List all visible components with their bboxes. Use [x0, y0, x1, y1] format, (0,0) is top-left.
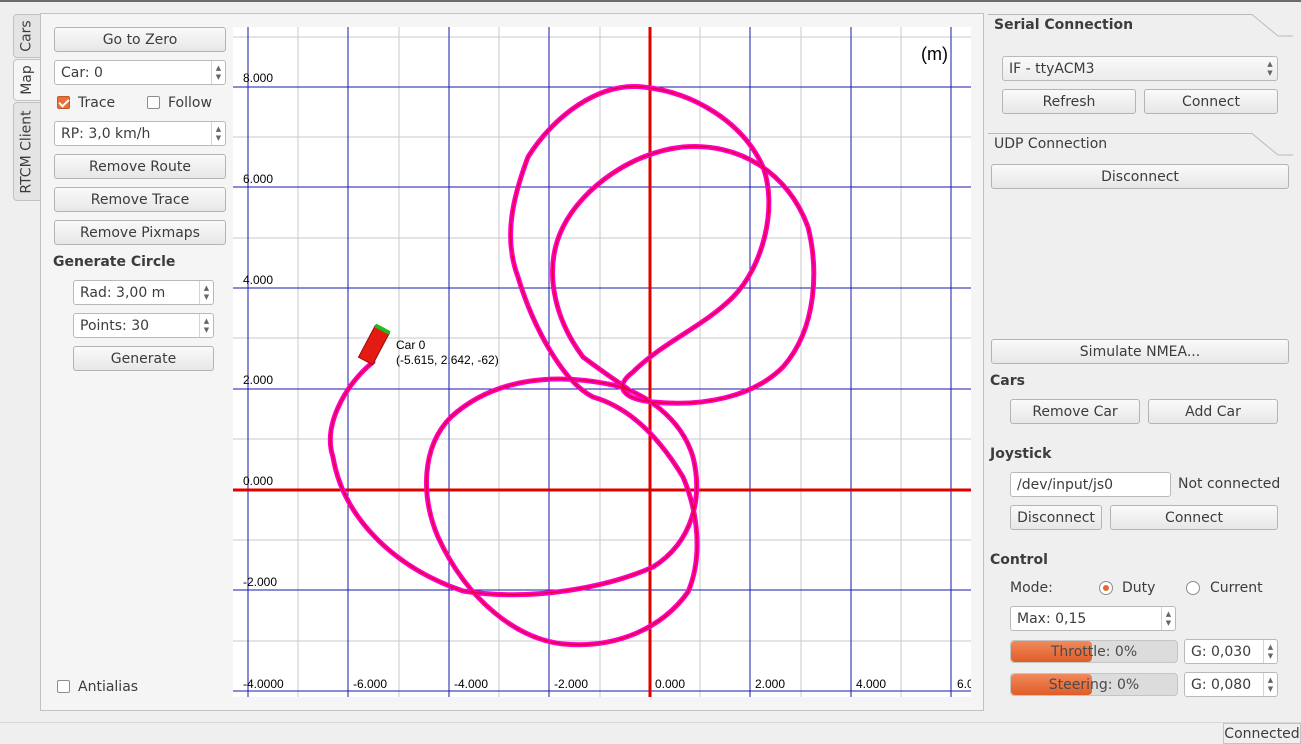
steering-gain-value: G: 0,080 — [1191, 676, 1252, 693]
car-coordinates: (-5.615, 2.642, -62) — [396, 353, 499, 367]
connection-status-text: Connected — [1224, 725, 1300, 742]
generate-button[interactable]: Generate — [73, 346, 214, 371]
joystick-section-title: Joystick — [990, 446, 1052, 462]
x-tick: -6.000 — [353, 677, 387, 691]
y-tick: -4.0000 — [243, 677, 284, 691]
x-tick: 2.000 — [755, 677, 785, 691]
serial-port-select[interactable]: IF - ttyACM3 ▲ ▼ — [1002, 56, 1278, 81]
mode-duty-label: Duty — [1122, 580, 1156, 596]
mode-label: Mode: — [1010, 580, 1053, 596]
throttle-bar-text: Throttle: 0% — [1050, 643, 1138, 660]
max-value: Max: 0,15 — [1017, 610, 1087, 627]
throttle-bar: Throttle: 0% — [1010, 640, 1178, 663]
throttle-gain-arrows[interactable]: ▲ ▼ — [1263, 640, 1277, 663]
rp-speed-spinbox[interactable]: RP: 3,0 km/h ▲ ▼ — [54, 121, 226, 146]
tab-cars-label: Cars — [19, 20, 35, 52]
add-car-button[interactable]: Add Car — [1148, 399, 1278, 424]
follow-label: Follow — [168, 95, 212, 111]
rp-spin-arrows[interactable]: ▲ ▼ — [211, 122, 225, 145]
map-unit-label: (m) — [921, 44, 948, 64]
generate-circle-title: Generate Circle — [53, 254, 176, 270]
radius-value: Rad: 3,00 m — [80, 284, 166, 301]
follow-checkbox[interactable] — [147, 96, 160, 109]
tab-map-label: Map — [19, 65, 36, 95]
remove-trace-button[interactable]: Remove Trace — [54, 187, 226, 212]
y-tick: 4.000 — [243, 273, 273, 287]
y-tick: 6.000 — [243, 172, 273, 186]
max-spin-arrows[interactable]: ▲ ▼ — [1161, 607, 1175, 630]
x-tick: -4.000 — [454, 677, 488, 691]
throttle-gain-spinbox[interactable]: G: 0,030 ▲ ▼ — [1184, 639, 1278, 664]
y-tick: -2.000 — [243, 575, 277, 589]
serial-connect-button[interactable]: Connect — [1144, 89, 1278, 114]
points-value: Points: 30 — [80, 317, 150, 334]
cars-section-title: Cars — [990, 373, 1025, 389]
tab-rtcm-label: RTCM Client — [19, 109, 35, 194]
tab-cars[interactable]: Cars — [13, 14, 41, 58]
status-bar — [0, 722, 1301, 744]
udp-disconnect-button[interactable]: Disconnect — [991, 164, 1289, 189]
mode-current-radio[interactable] — [1186, 581, 1200, 595]
remove-car-button[interactable]: Remove Car — [1010, 399, 1140, 424]
x-tick: 0.000 — [655, 677, 685, 691]
map-background — [233, 27, 971, 697]
steering-bar-text: Steering: 0% — [1048, 676, 1140, 693]
steering-bar: Steering: 0% — [1010, 673, 1178, 696]
control-section-title: Control — [990, 552, 1048, 568]
simulate-nmea-button[interactable]: Simulate NMEA... — [991, 339, 1289, 364]
y-tick: 2.000 — [243, 373, 273, 387]
serial-connection-title: Serial Connection — [994, 17, 1134, 33]
radius-spinbox[interactable]: Rad: 3,00 m ▲ ▼ — [73, 280, 214, 305]
throttle-bar-text-wrap: Throttle: 0% — [1011, 641, 1177, 662]
joystick-path-value: /dev/input/js0 — [1017, 476, 1114, 493]
steering-gain-arrows[interactable]: ▲ ▼ — [1263, 673, 1277, 696]
antialias-checkbox[interactable] — [57, 680, 70, 693]
radius-spin-arrows[interactable]: ▲ ▼ — [199, 281, 213, 304]
map-canvas[interactable]: Car 0 (-5.615, 2.642, -62) 8.000 6.000 4… — [233, 27, 971, 697]
connection-status-panel: Connected — [1223, 723, 1301, 744]
steering-bar-text-wrap: Steering: 0% — [1011, 674, 1177, 695]
remove-route-button[interactable]: Remove Route — [54, 154, 226, 179]
car-spin-arrows[interactable]: ▲ ▼ — [211, 61, 225, 84]
remove-pixmaps-button[interactable]: Remove Pixmaps — [54, 220, 226, 245]
joystick-disconnect-button[interactable]: Disconnect — [1010, 505, 1102, 530]
mode-current-label: Current — [1210, 580, 1263, 596]
serial-port-value: IF - ttyACM3 — [1009, 60, 1095, 77]
joystick-connect-button[interactable]: Connect — [1110, 505, 1278, 530]
throttle-gain-value: G: 0,030 — [1191, 643, 1252, 660]
y-tick: 0.000 — [243, 474, 273, 488]
joystick-path-input[interactable]: /dev/input/js0 — [1010, 472, 1171, 497]
udp-connection-title: UDP Connection — [994, 136, 1108, 152]
rp-speed-value: RP: 3,0 km/h — [61, 125, 151, 142]
points-spinbox[interactable]: Points: 30 ▲ ▼ — [73, 313, 214, 338]
go-to-zero-button[interactable]: Go to Zero — [54, 27, 226, 52]
window-top-border — [0, 0, 1301, 2]
antialias-label: Antialias — [78, 679, 139, 695]
x-tick: 4.000 — [856, 677, 886, 691]
steering-gain-spinbox[interactable]: G: 0,080 ▲ ▼ — [1184, 672, 1278, 697]
tab-rtcm-client[interactable]: RTCM Client — [13, 102, 41, 201]
x-tick: 6.0 — [957, 677, 971, 691]
car-label: Car 0 — [396, 338, 426, 352]
car-spinbox-value: Car: 0 — [61, 64, 103, 81]
points-spin-arrows[interactable]: ▲ ▼ — [199, 314, 213, 337]
tab-map[interactable]: Map — [13, 59, 41, 101]
joystick-status: Not connected — [1178, 476, 1281, 492]
serial-refresh-button[interactable]: Refresh — [1002, 89, 1136, 114]
mode-duty-radio[interactable] — [1099, 581, 1113, 595]
max-spinbox[interactable]: Max: 0,15 ▲ ▼ — [1010, 606, 1176, 631]
car-spinbox[interactable]: Car: 0 ▲ ▼ — [54, 60, 226, 85]
x-tick: -2.000 — [554, 677, 588, 691]
serial-port-arrows: ▲ ▼ — [1267, 59, 1273, 77]
trace-label: Trace — [78, 95, 116, 111]
y-tick: 8.000 — [243, 71, 273, 85]
trace-checkbox[interactable] — [57, 96, 70, 109]
